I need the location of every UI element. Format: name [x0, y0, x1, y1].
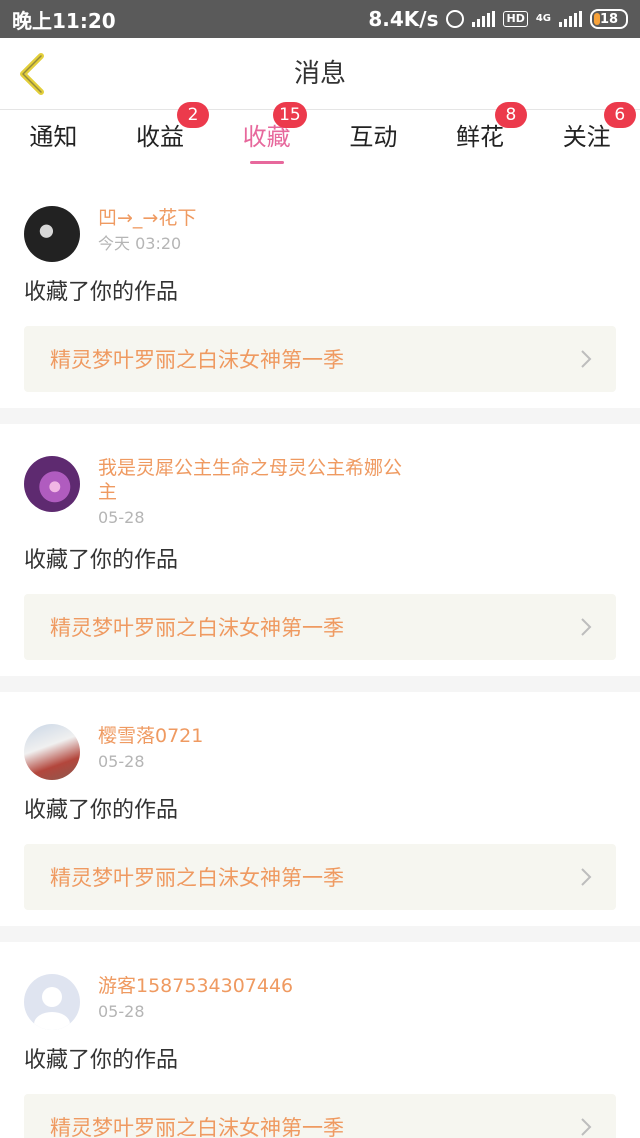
work-link[interactable]: 精灵梦叶罗丽之白沫女神第一季: [24, 844, 616, 910]
network-speed: 8.4K/s: [368, 7, 439, 31]
message-card: 凹→_→花下 今天 03:20 收藏了你的作品 精灵梦叶罗丽之白沫女神第一季: [0, 174, 640, 408]
back-button[interactable]: [10, 50, 54, 98]
action-text: 收藏了你的作品: [24, 280, 179, 305]
user-meta: 游客1587534307446 05-28: [98, 974, 293, 1024]
user-row: 凹→_→花下 今天 03:20: [24, 174, 616, 262]
tab-earnings[interactable]: 收益 2: [107, 102, 214, 174]
tab-flowers[interactable]: 鲜花 8: [427, 102, 534, 174]
unread-badge: 15: [273, 102, 307, 128]
tab-label: 互动: [349, 123, 398, 151]
message-feed: 凹→_→花下 今天 03:20 收藏了你的作品 精灵梦叶罗丽之白沫女神第一季 我…: [0, 174, 640, 1138]
timestamp: 今天 03:20: [98, 234, 182, 253]
default-avatar-icon[interactable]: [24, 974, 80, 1030]
action-text: 收藏了你的作品: [24, 548, 179, 573]
username[interactable]: 游客1587534307446: [98, 974, 293, 998]
action-text: 收藏了你的作品: [24, 1048, 179, 1073]
unread-badge: 8: [494, 102, 527, 128]
tab-interactions[interactable]: 互动: [320, 110, 427, 174]
page-title: 消息: [293, 59, 346, 89]
cell-signal-icon: [559, 11, 582, 27]
work-link[interactable]: 精灵梦叶罗丽之白沫女神第一季: [24, 326, 616, 392]
chevron-right-icon: [581, 350, 592, 368]
status-icons: 8.4K/s HD 4G 18: [368, 7, 628, 31]
alarm-icon: [446, 10, 465, 28]
username[interactable]: 我是灵犀公主生命之母灵公主希娜公主: [98, 456, 408, 504]
battery-icon: 18: [590, 9, 628, 29]
work-title: 精灵梦叶罗丽之白沫女神第一季: [50, 616, 344, 640]
message-card: 我是灵犀公主生命之母灵公主希娜公主 05-28 收藏了你的作品 精灵梦叶罗丽之白…: [0, 424, 640, 676]
avatar[interactable]: [24, 724, 80, 780]
wifi-signal-icon: [472, 11, 496, 27]
status-time: 晚上11:20: [12, 8, 116, 33]
work-link[interactable]: 精灵梦叶罗丽之白沫女神第一季: [24, 594, 616, 660]
work-title: 精灵梦叶罗丽之白沫女神第一季: [50, 866, 344, 890]
battery-level: 18: [599, 11, 619, 27]
user-meta: 樱雪落0721 05-28: [98, 724, 203, 774]
tab-notifications[interactable]: 通知: [0, 110, 107, 174]
chevron-right-icon: [581, 1118, 592, 1136]
username[interactable]: 樱雪落0721: [98, 724, 203, 748]
status-bar: 晚上11:20 8.4K/s HD 4G 18: [0, 0, 640, 38]
tab-label: 收益: [136, 123, 184, 151]
timestamp: 05-28: [98, 752, 145, 771]
message-card: 游客1587534307446 05-28 收藏了你的作品 精灵梦叶罗丽之白沫女…: [0, 942, 640, 1138]
header: 消息: [0, 38, 640, 110]
user-row: 游客1587534307446 05-28: [24, 942, 616, 1030]
tab-favorites[interactable]: 收藏 15: [213, 102, 320, 174]
work-link[interactable]: 精灵梦叶罗丽之白沫女神第一季: [24, 1094, 616, 1138]
message-card: 樱雪落0721 05-28 收藏了你的作品 精灵梦叶罗丽之白沫女神第一季: [0, 692, 640, 926]
chevron-right-icon: [581, 618, 592, 636]
tab-follows[interactable]: 关注 6: [533, 102, 640, 174]
avatar[interactable]: [24, 456, 80, 512]
unread-badge: 6: [603, 102, 636, 128]
chevron-left-icon: [20, 53, 44, 95]
work-title: 精灵梦叶罗丽之白沫女神第一季: [50, 348, 344, 372]
tab-label: 鲜花: [456, 123, 505, 151]
tab-label: 通知: [29, 123, 78, 151]
unread-badge: 2: [177, 102, 210, 128]
avatar[interactable]: [24, 206, 80, 262]
user-row: 我是灵犀公主生命之母灵公主希娜公主 05-28: [24, 424, 616, 530]
timestamp: 05-28: [98, 508, 145, 527]
network-type-label: 4G: [535, 13, 551, 24]
username[interactable]: 凹→_→花下: [98, 206, 196, 230]
tab-label: 关注: [562, 123, 611, 151]
hd-icon: HD: [503, 11, 528, 27]
user-meta: 凹→_→花下 今天 03:20: [98, 206, 196, 256]
action-text: 收藏了你的作品: [24, 798, 179, 823]
user-meta: 我是灵犀公主生命之母灵公主希娜公主 05-28: [98, 456, 408, 530]
tab-bar: 通知 收益 2 收藏 15 互动 鲜花 8 关注 6: [0, 102, 640, 174]
user-row: 樱雪落0721 05-28: [24, 692, 616, 780]
work-title: 精灵梦叶罗丽之白沫女神第一季: [50, 1116, 344, 1138]
chevron-right-icon: [581, 868, 592, 886]
timestamp: 05-28: [98, 1002, 145, 1021]
